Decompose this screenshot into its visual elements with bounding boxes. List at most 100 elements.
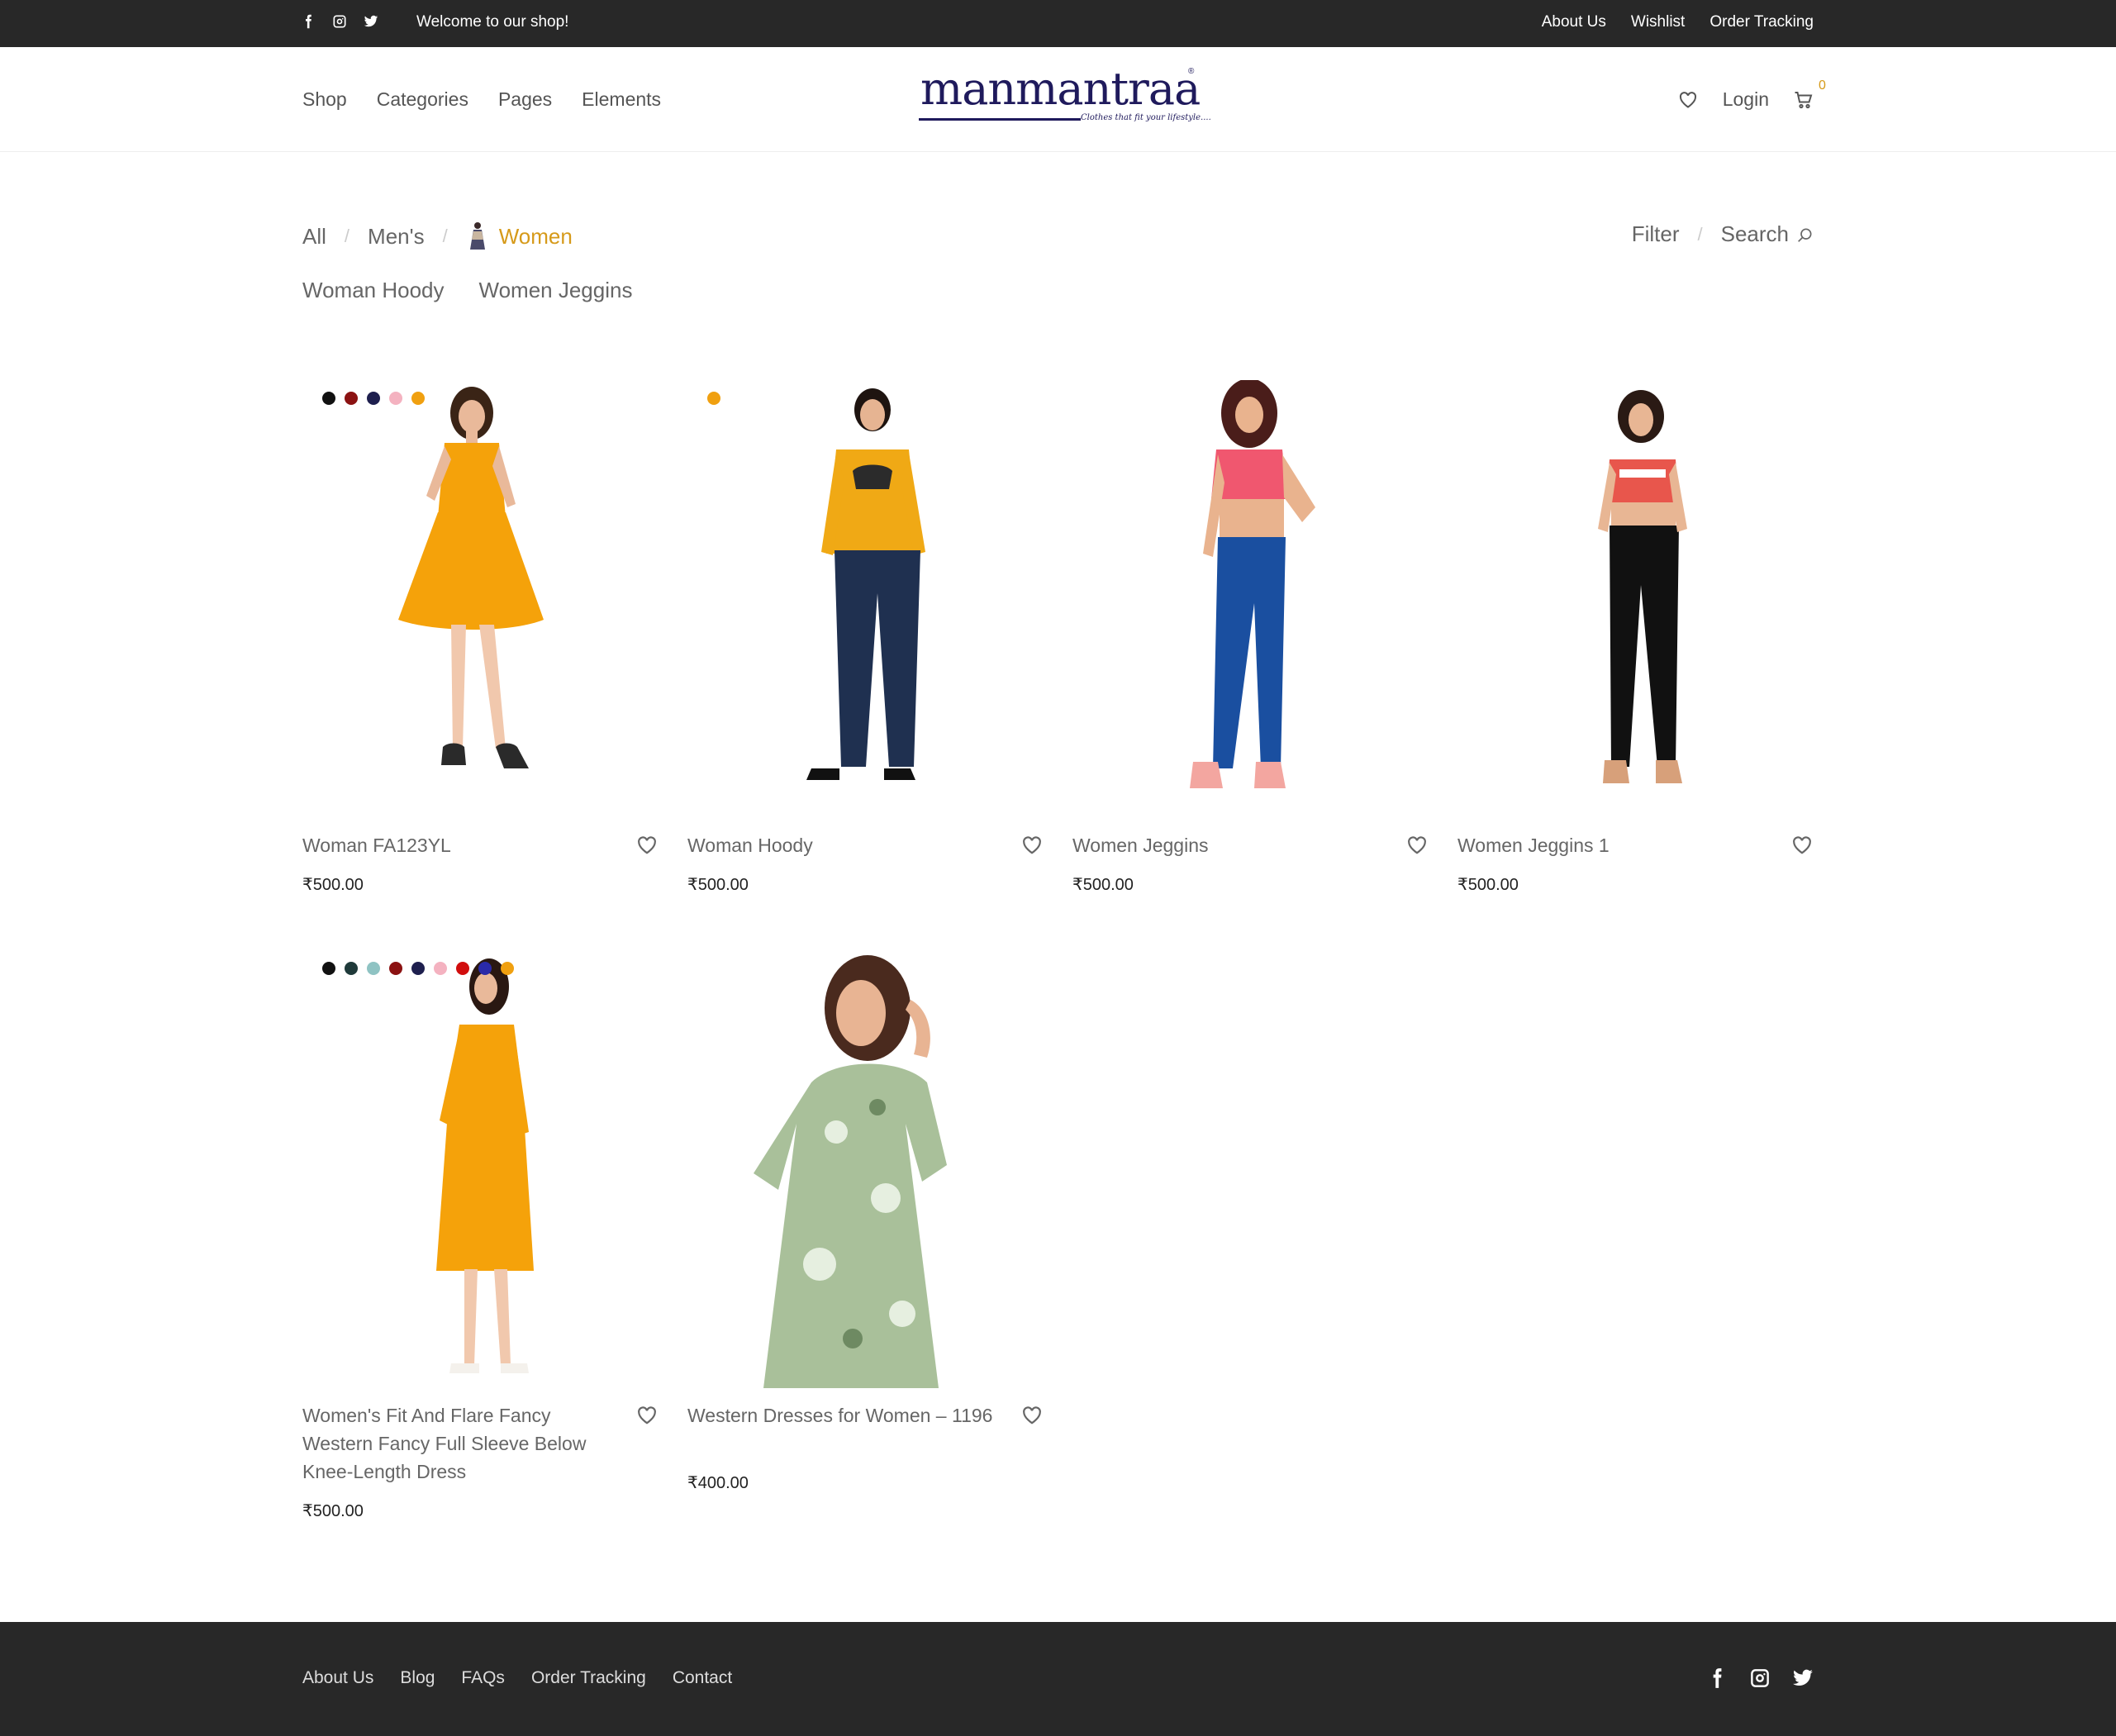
product-card[interactable]: Women's Fit And Flare Fancy Western Fanc… — [302, 950, 658, 1520]
filter-button[interactable]: Filter — [1632, 221, 1680, 247]
product-price: ₹500.00 — [302, 1502, 364, 1520]
product-title[interactable]: Women's Fit And Flare Fancy Western Fanc… — [302, 1401, 616, 1486]
footer-link-blog[interactable]: Blog — [400, 1668, 435, 1688]
site-header: Shop Categories Pages Elements manmantra… — [0, 47, 2116, 152]
category-women[interactable]: Women — [466, 221, 573, 251]
category-women-thumbnail — [469, 222, 485, 250]
product-price: ₹400.00 — [687, 1474, 749, 1492]
product-card[interactable]: Women Jeggins ₹500.00 — [1072, 380, 1428, 894]
product-price: ₹500.00 — [302, 876, 364, 894]
top-bar: Welcome to our shop! About Us Wishlist O… — [0, 0, 2116, 47]
footer-link-order-tracking[interactable]: Order Tracking — [531, 1668, 646, 1688]
wishlist-button[interactable] — [636, 1405, 658, 1426]
color-swatch[interactable] — [345, 392, 358, 405]
category-separator: / — [442, 226, 448, 246]
heart-icon — [1023, 836, 1041, 854]
product-image[interactable] — [302, 380, 658, 818]
nav-item-pages[interactable]: Pages — [498, 88, 552, 111]
footer-nav: About Us Blog FAQs Order Tracking Contac… — [302, 1668, 732, 1688]
product-image[interactable] — [1457, 380, 1813, 818]
footer-link-about[interactable]: About Us — [302, 1668, 373, 1688]
product-card[interactable]: Woman Hoody ₹500.00 — [687, 380, 1043, 894]
product-photo-black-jeggins — [1598, 390, 1687, 783]
cart-button[interactable]: 0 — [1794, 78, 1826, 110]
color-swatch[interactable] — [389, 962, 402, 975]
product-card[interactable]: Woman FA123YL ₹500.00 — [302, 380, 658, 894]
cart-count: 0 — [1819, 78, 1826, 93]
topbar-link-wishlist[interactable]: Wishlist — [1631, 13, 1685, 31]
product-title[interactable]: Woman Hoody — [687, 831, 1001, 859]
site-logo[interactable]: manmantraa Clothes that fit your lifesty… — [917, 67, 1211, 133]
wishlist-button[interactable] — [1021, 1405, 1043, 1426]
heart-icon — [1793, 836, 1811, 854]
topbar-link-order-tracking[interactable]: Order Tracking — [1709, 13, 1814, 31]
header-actions: Login 0 — [1678, 78, 1826, 111]
color-swatch[interactable] — [411, 962, 425, 975]
heart-icon — [638, 836, 656, 854]
search-icon[interactable] — [1797, 226, 1814, 243]
wishlist-button[interactable] — [1791, 835, 1813, 856]
product-image[interactable] — [1072, 380, 1428, 818]
product-price: ₹500.00 — [1457, 876, 1519, 894]
product-photo-floral-green-dress — [754, 955, 947, 1388]
footer-link-faqs[interactable]: FAQs — [461, 1668, 505, 1688]
color-swatch[interactable] — [367, 962, 380, 975]
color-swatch[interactable] — [478, 962, 492, 975]
facebook-icon[interactable] — [1706, 1667, 1728, 1689]
color-swatch[interactable] — [456, 962, 469, 975]
product-card[interactable]: Women Jeggins 1 ₹500.00 — [1457, 380, 1813, 894]
logo-underline — [919, 118, 1081, 121]
product-card[interactable]: Western Dresses for Women – 1196 ₹400.00 — [687, 950, 1043, 1492]
product-image[interactable] — [687, 380, 1043, 818]
product-image[interactable] — [302, 950, 658, 1388]
product-title[interactable]: Women Jeggins 1 — [1457, 831, 1771, 859]
category-mens[interactable]: Men's — [368, 224, 425, 250]
color-swatches — [707, 392, 720, 405]
wishlist-button[interactable] — [1406, 835, 1428, 856]
heart-icon — [1023, 1406, 1041, 1424]
color-swatches — [322, 392, 425, 405]
nav-item-categories[interactable]: Categories — [377, 88, 468, 111]
logo-tagline: Clothes that fit your lifestyle.... — [1081, 113, 1211, 122]
subcategory-women-jeggins[interactable]: Women Jeggins — [479, 278, 633, 303]
product-title[interactable]: Woman FA123YL — [302, 831, 616, 859]
topbar-link-about[interactable]: About Us — [1542, 13, 1606, 31]
product-photo-orange-full-sleeve-dress — [436, 958, 534, 1373]
product-image[interactable] — [687, 950, 1043, 1388]
color-swatch[interactable] — [707, 392, 720, 405]
wishlist-button[interactable] — [1021, 835, 1043, 856]
category-all[interactable]: All — [302, 224, 326, 250]
heart-icon[interactable] — [1678, 90, 1698, 110]
color-swatch[interactable] — [434, 962, 447, 975]
category-women-label: Women — [498, 223, 573, 249]
category-filter: All / Men's / Women — [302, 221, 573, 251]
product-title[interactable]: Western Dresses for Women – 1196 — [687, 1401, 1001, 1429]
product-photo-yellow-hoody — [806, 388, 925, 780]
color-swatch[interactable] — [501, 962, 514, 975]
twitter-icon[interactable] — [364, 14, 378, 29]
color-swatch[interactable] — [389, 392, 402, 405]
instagram-icon[interactable] — [1749, 1667, 1771, 1689]
category-separator: / — [344, 226, 350, 246]
main-nav: Shop Categories Pages Elements — [302, 88, 661, 111]
color-swatch[interactable] — [367, 392, 380, 405]
subcategory-woman-hoody[interactable]: Woman Hoody — [302, 278, 445, 303]
color-swatch[interactable] — [345, 962, 358, 975]
nav-item-shop[interactable]: Shop — [302, 88, 347, 111]
footer-link-contact[interactable]: Contact — [673, 1668, 732, 1688]
color-swatch[interactable] — [322, 962, 335, 975]
topbar-social — [301, 14, 378, 29]
login-link[interactable]: Login — [1723, 88, 1769, 111]
wishlist-button[interactable] — [636, 835, 658, 856]
facebook-icon[interactable] — [301, 14, 316, 29]
cart-icon — [1795, 91, 1813, 108]
instagram-icon[interactable] — [332, 14, 347, 29]
color-swatch[interactable] — [322, 392, 335, 405]
color-swatch[interactable] — [411, 392, 425, 405]
registered-mark: ® — [1188, 67, 1195, 76]
search-button[interactable]: Search — [1721, 221, 1789, 247]
heart-icon — [1408, 836, 1426, 854]
twitter-icon[interactable] — [1792, 1667, 1814, 1689]
nav-item-elements[interactable]: Elements — [582, 88, 661, 111]
product-title[interactable]: Women Jeggins — [1072, 831, 1386, 859]
